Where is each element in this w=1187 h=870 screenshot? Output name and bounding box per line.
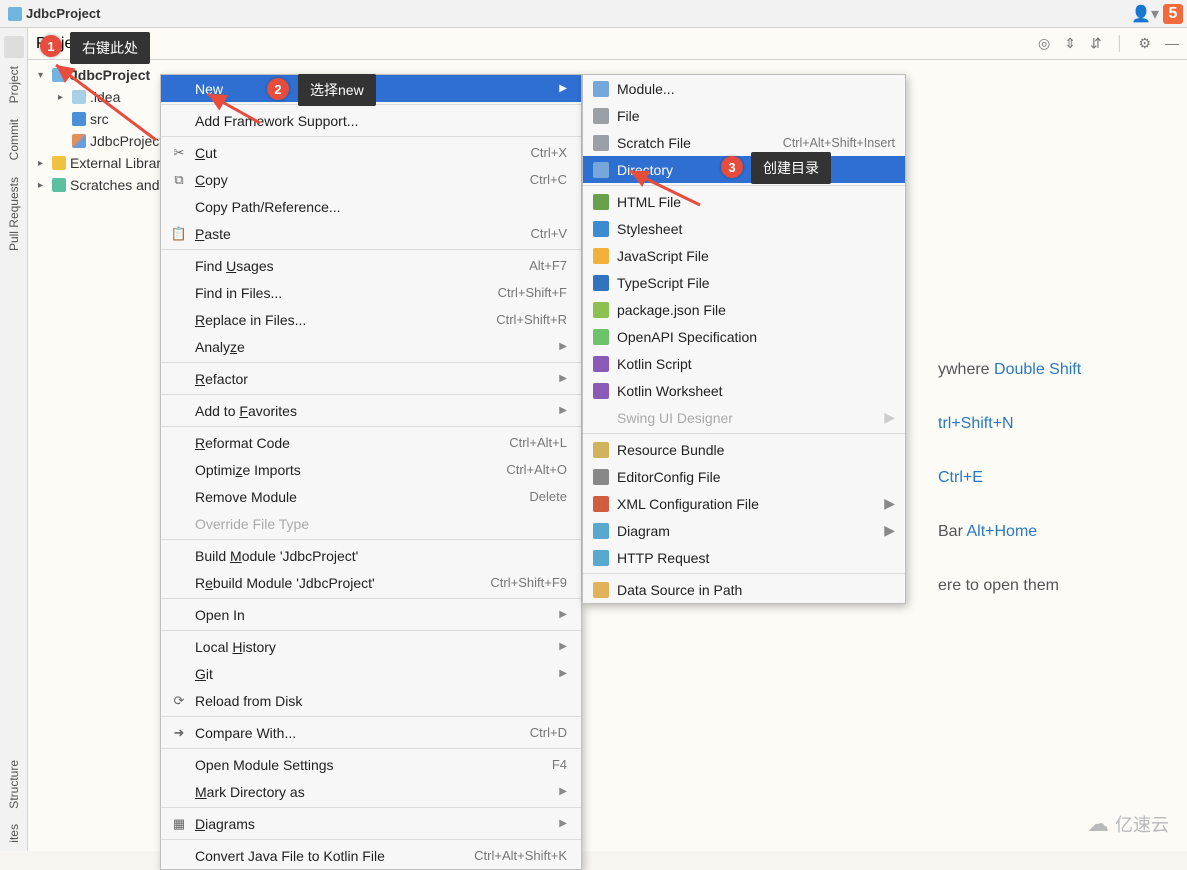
- new-item-file[interactable]: File: [583, 102, 905, 129]
- rail-tab-project[interactable]: Project: [5, 58, 23, 111]
- top-right-icons: 👤▾ 5: [1131, 4, 1183, 24]
- new-item-scratch-file[interactable]: Scratch FileCtrl+Alt+Shift+Insert: [583, 129, 905, 156]
- ctx-item-copy[interactable]: ⧉CopyCtrl+C: [161, 166, 581, 193]
- context-menu: New▶Add Framework Support...✂CutCtrl+X⧉C…: [160, 74, 582, 870]
- new-item-data-source-in-path[interactable]: Data Source in Path: [583, 576, 905, 603]
- new-item-openapi-specification[interactable]: OpenAPI Specification: [583, 323, 905, 350]
- annotation-badge-1: 1: [40, 35, 62, 57]
- new-item-typescript-file[interactable]: TypeScript File: [583, 269, 905, 296]
- new-item-javascript-file[interactable]: JavaScript File: [583, 242, 905, 269]
- annotation-tip-3: 创建目录: [751, 152, 831, 184]
- ctx-item-open-module-settings[interactable]: Open Module SettingsF4: [161, 751, 581, 778]
- new-item-kotlin-script[interactable]: Kotlin Script: [583, 350, 905, 377]
- new-item-kotlin-worksheet[interactable]: Kotlin Worksheet: [583, 377, 905, 404]
- ctx-item-diagrams[interactable]: ▦Diagrams▶: [161, 810, 581, 837]
- gear-icon[interactable]: ⚙: [1138, 35, 1151, 52]
- ctx-item-optimize-imports[interactable]: Optimize ImportsCtrl+Alt+O: [161, 456, 581, 483]
- ctx-item-cut[interactable]: ✂CutCtrl+X: [161, 139, 581, 166]
- new-submenu: Module...FileScratch FileCtrl+Alt+Shift+…: [582, 74, 906, 604]
- new-item-editorconfig-file[interactable]: EditorConfig File: [583, 463, 905, 490]
- new-item-http-request[interactable]: HTTP Request: [583, 544, 905, 571]
- ctx-item-override-file-type[interactable]: Override File Type: [161, 510, 581, 537]
- new-item-package-json-file[interactable]: package.json File: [583, 296, 905, 323]
- project-rail-icon[interactable]: [4, 36, 24, 58]
- ctx-item-local-history[interactable]: Local History▶: [161, 633, 581, 660]
- annotation-tip-2: 选择new: [298, 74, 376, 106]
- new-item-resource-bundle[interactable]: Resource Bundle: [583, 436, 905, 463]
- annotation-badge-2: 2: [267, 78, 289, 100]
- new-item-xml-configuration-file[interactable]: XML Configuration File▶: [583, 490, 905, 517]
- ctx-item-open-in[interactable]: Open In▶: [161, 601, 581, 628]
- folder-icon: [8, 7, 22, 21]
- plugin-icon[interactable]: 5: [1163, 4, 1183, 24]
- rail-tab-pullrequests[interactable]: Pull Requests: [5, 169, 23, 259]
- rail-tab-commit[interactable]: Commit: [5, 111, 23, 168]
- ctx-item-build-module-jdbcproject-[interactable]: Build Module 'JdbcProject': [161, 542, 581, 569]
- ctx-item-copy-path-reference-[interactable]: Copy Path/Reference...: [161, 193, 581, 220]
- ctx-item-remove-module[interactable]: Remove ModuleDelete: [161, 483, 581, 510]
- annotation-arrow-2: [200, 88, 270, 128]
- ctx-item-git[interactable]: Git▶: [161, 660, 581, 687]
- ctx-item-analyze[interactable]: Analyze▶: [161, 333, 581, 360]
- new-item-swing-ui-designer[interactable]: Swing UI Designer▶: [583, 404, 905, 431]
- minimize-icon[interactable]: —: [1165, 35, 1179, 52]
- ctx-item-find-usages[interactable]: Find UsagesAlt+F7: [161, 252, 581, 279]
- annotation-tip-1: 右键此处: [70, 32, 150, 64]
- annotation-arrow-3: [620, 165, 710, 215]
- ctx-item-paste[interactable]: 📋PasteCtrl+V: [161, 220, 581, 247]
- ctx-item-replace-in-files-[interactable]: Replace in Files...Ctrl+Shift+R: [161, 306, 581, 333]
- welcome-hints: ywhere Double Shift trl+Shift+N Ctrl+E B…: [938, 350, 1081, 606]
- breadcrumb-project: JdbcProject: [26, 6, 100, 21]
- collapse-icon[interactable]: ⇵: [1090, 35, 1102, 52]
- ctx-item-refactor[interactable]: Refactor▶: [161, 365, 581, 392]
- ctx-item-reload-from-disk[interactable]: ⟳Reload from Disk: [161, 687, 581, 714]
- ctx-item-rebuild-module-jdbcproject-[interactable]: Rebuild Module 'JdbcProject'Ctrl+Shift+F…: [161, 569, 581, 596]
- ctx-item-find-in-files-[interactable]: Find in Files...Ctrl+Shift+F: [161, 279, 581, 306]
- annotation-badge-3: 3: [721, 156, 743, 178]
- rail-tab-ites[interactable]: ites: [5, 816, 23, 851]
- ctx-item-add-to-favorites[interactable]: Add to Favorites▶: [161, 397, 581, 424]
- watermark: ☁亿速云: [1087, 811, 1169, 837]
- left-rail: Project Commit Pull Requests Structure i…: [0, 28, 28, 851]
- new-item-diagram[interactable]: Diagram▶: [583, 517, 905, 544]
- breadcrumb: JdbcProject: [0, 0, 1187, 28]
- avatar-icon[interactable]: 👤▾: [1131, 4, 1159, 24]
- ctx-item-compare-with-[interactable]: ➜Compare With...Ctrl+D: [161, 719, 581, 746]
- new-item-stylesheet[interactable]: Stylesheet: [583, 215, 905, 242]
- project-toolwindow-header: Project ◎ ⇕ ⇵ │ ⚙ —: [28, 28, 1187, 60]
- toolwindow-icons: ◎ ⇕ ⇵ │ ⚙ —: [1038, 35, 1179, 52]
- ctx-item-mark-directory-as[interactable]: Mark Directory as▶: [161, 778, 581, 805]
- rail-tab-structure[interactable]: Structure: [5, 752, 23, 817]
- expand-icon[interactable]: ⇕: [1064, 35, 1076, 52]
- new-item-module-[interactable]: Module...: [583, 75, 905, 102]
- ctx-item-reformat-code[interactable]: Reformat CodeCtrl+Alt+L: [161, 429, 581, 456]
- ctx-item-convert-java-file-to-kotlin-file[interactable]: Convert Java File to Kotlin FileCtrl+Alt…: [161, 842, 581, 869]
- annotation-arrow-1: [36, 50, 166, 150]
- target-icon[interactable]: ◎: [1038, 35, 1050, 52]
